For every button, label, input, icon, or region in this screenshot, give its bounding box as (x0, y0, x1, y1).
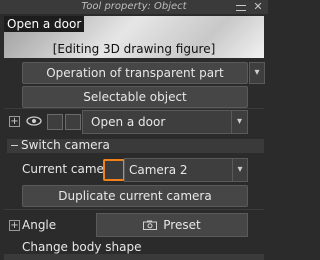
divider (4, 209, 264, 210)
collapse-icon[interactable] (11, 145, 18, 146)
camera-select[interactable]: Camera 2 (124, 158, 234, 182)
camera-select-value: Camera 2 (129, 163, 188, 177)
eye-icon[interactable] (26, 116, 42, 126)
expand-angle-icon[interactable]: + (9, 220, 20, 231)
lock-toggle[interactable] (47, 114, 63, 130)
camera-icon (143, 220, 158, 230)
selectable-object-button[interactable]: Selectable object (22, 86, 248, 108)
layer-name: Open a door (91, 115, 166, 129)
layer-name-field[interactable]: Open a door (82, 110, 232, 134)
switch-camera-title: Switch camera (21, 138, 110, 152)
expand-layer-icon[interactable]: + (9, 116, 20, 127)
close-icon[interactable]: ✕ (252, 1, 264, 13)
preset-label: Preset (163, 218, 201, 232)
chevron-down-icon[interactable]: ▾ (232, 158, 248, 182)
window-title: Tool property: Object (81, 1, 187, 12)
select-toggle[interactable] (65, 114, 81, 130)
preset-button[interactable]: Preset (96, 213, 248, 237)
divider (4, 108, 264, 109)
body-shape-controls[interactable] (4, 254, 264, 260)
object-name-label: Open a door (4, 16, 85, 32)
editing-status: [Editing 3D drawing figure] (52, 42, 216, 56)
change-body-shape-label: Change body shape (22, 240, 142, 254)
duplicate-camera-button[interactable]: Duplicate current camera (22, 185, 248, 207)
angle-label: Angle (22, 218, 57, 232)
operation-arrow-icon[interactable]: ▾ (249, 62, 265, 84)
chevron-down-icon[interactable]: ▾ (231, 110, 248, 134)
object-preview: Open a door [Editing 3D drawing figure] (4, 16, 264, 58)
menu-icon[interactable] (236, 5, 246, 11)
title-bar: Tool property: Object ✕ (0, 0, 268, 14)
switch-camera-header[interactable]: Switch camera (7, 138, 264, 153)
camera-thumbnail[interactable] (103, 159, 125, 181)
operation-transparent-part-button[interactable]: Operation of transparent part (22, 62, 248, 84)
